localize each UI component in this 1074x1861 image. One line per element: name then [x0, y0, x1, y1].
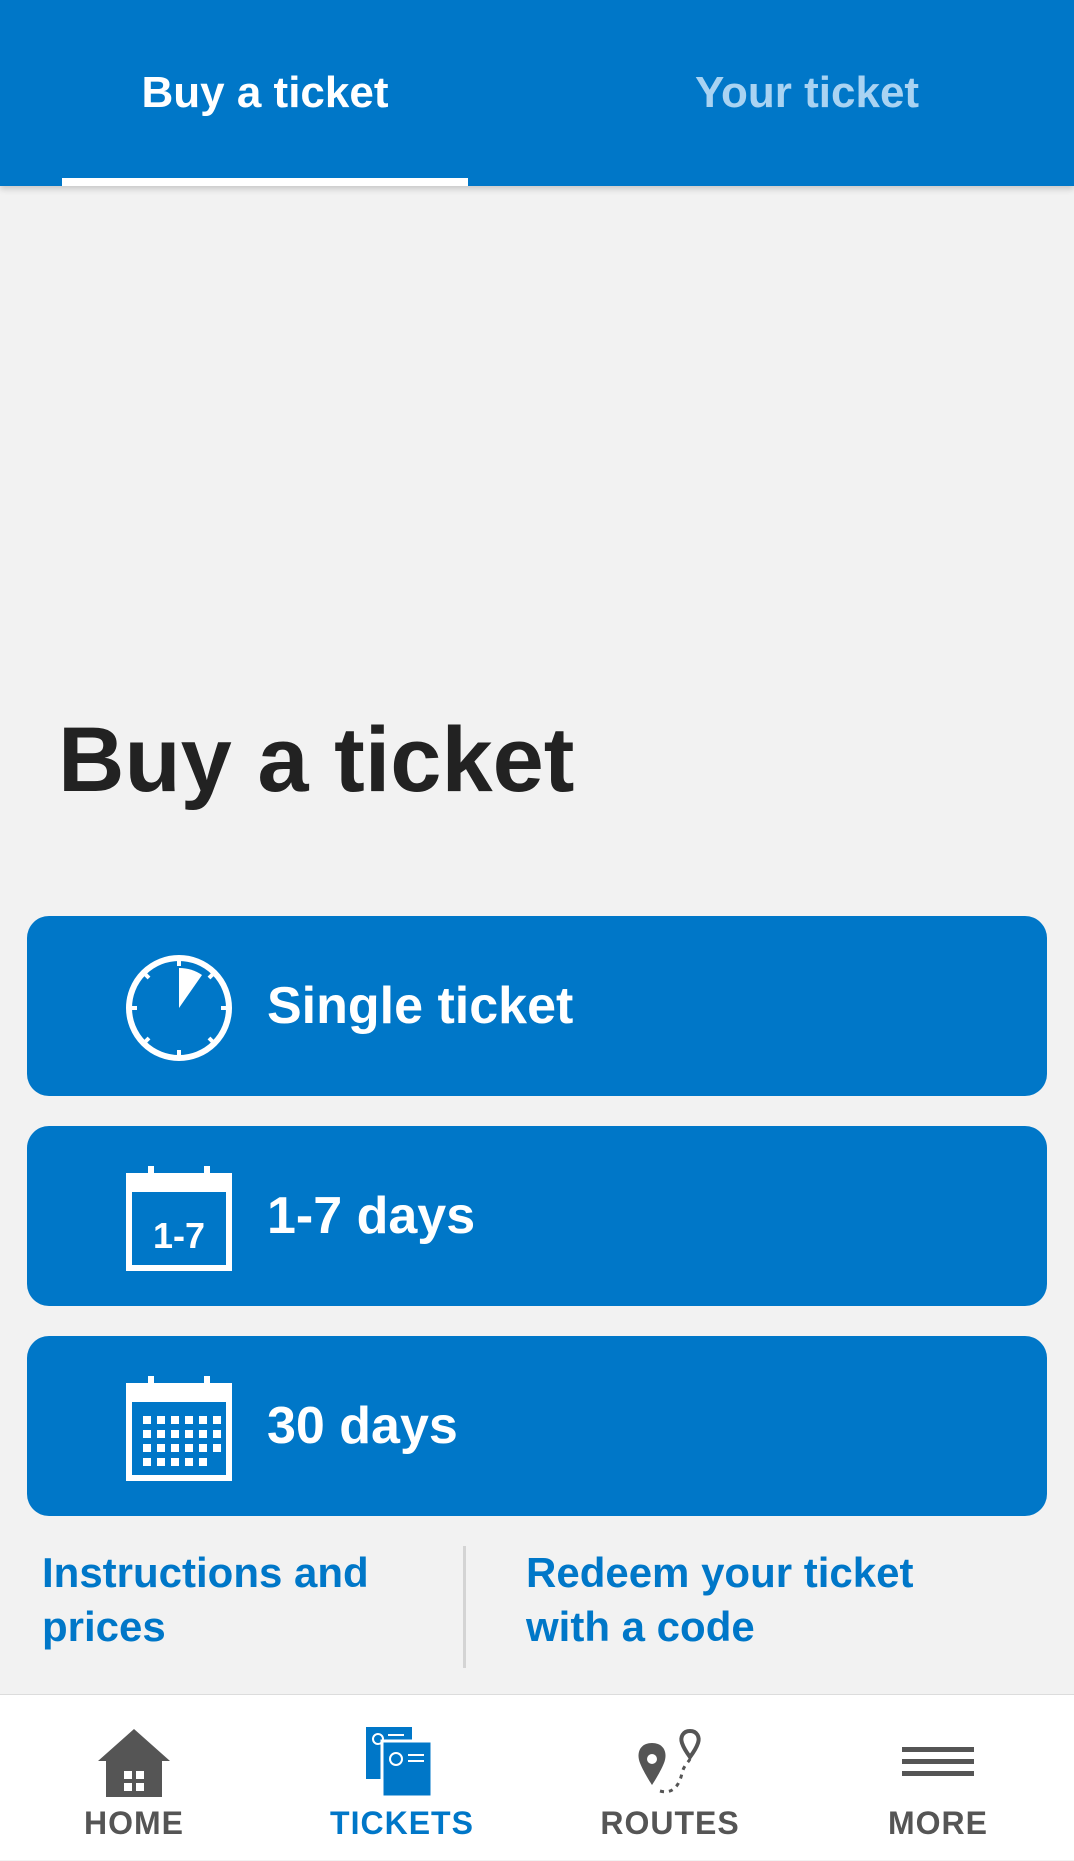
calendar-1-7-icon-text: 1-7: [153, 1215, 205, 1256]
single-ticket-label: Single ticket: [267, 977, 574, 1035]
one-to-seven-days-label: 1-7 days: [267, 1187, 476, 1245]
home-icon: [94, 1723, 174, 1803]
nav-home[interactable]: HOME: [0, 1695, 268, 1861]
stopwatch-icon: [123, 952, 235, 1064]
nav-more[interactable]: MORE: [804, 1695, 1072, 1861]
calendar-1-7-icon: 1-7: [123, 1162, 235, 1274]
tab-buy-a-ticket[interactable]: Buy a ticket: [62, 0, 468, 186]
nav-tickets[interactable]: TICKETS: [268, 1695, 536, 1861]
thirty-days-button[interactable]: 30 days: [27, 1336, 1047, 1516]
menu-icon: [898, 1723, 978, 1803]
tab-your-ticket-label: Your ticket: [694, 68, 920, 117]
single-ticket-button[interactable]: Single ticket: [27, 916, 1047, 1096]
links-divider: [463, 1546, 466, 1668]
bottom-navigation: HOME TICKETS ROUTES MORE: [0, 1694, 1074, 1860]
calendar-month-icon: [123, 1372, 235, 1484]
thirty-days-label: 30 days: [267, 1397, 458, 1455]
redeem-ticket-code-link[interactable]: Redeem your ticket with a code: [526, 1546, 946, 1654]
tickets-icon: [362, 1723, 442, 1803]
nav-routes-label: ROUTES: [600, 1805, 740, 1841]
top-tab-bar: Buy a ticket Your ticket: [0, 0, 1074, 186]
nav-more-label: MORE: [888, 1805, 988, 1841]
instructions-and-prices-link[interactable]: Instructions and prices: [42, 1546, 462, 1654]
active-tab-indicator: [62, 178, 468, 186]
page-title: Buy a ticket: [58, 709, 575, 811]
help-links: Instructions and prices Redeem your tick…: [0, 1546, 1074, 1668]
tab-buy-a-ticket-label: Buy a ticket: [141, 68, 389, 117]
nav-routes[interactable]: ROUTES: [536, 1695, 804, 1861]
nav-home-label: HOME: [84, 1805, 184, 1841]
tab-your-ticket[interactable]: Your ticket: [600, 0, 1014, 186]
route-pin-icon: [630, 1723, 710, 1803]
one-to-seven-days-button[interactable]: 1-7 1-7 days: [27, 1126, 1047, 1306]
nav-tickets-label: TICKETS: [330, 1805, 474, 1841]
